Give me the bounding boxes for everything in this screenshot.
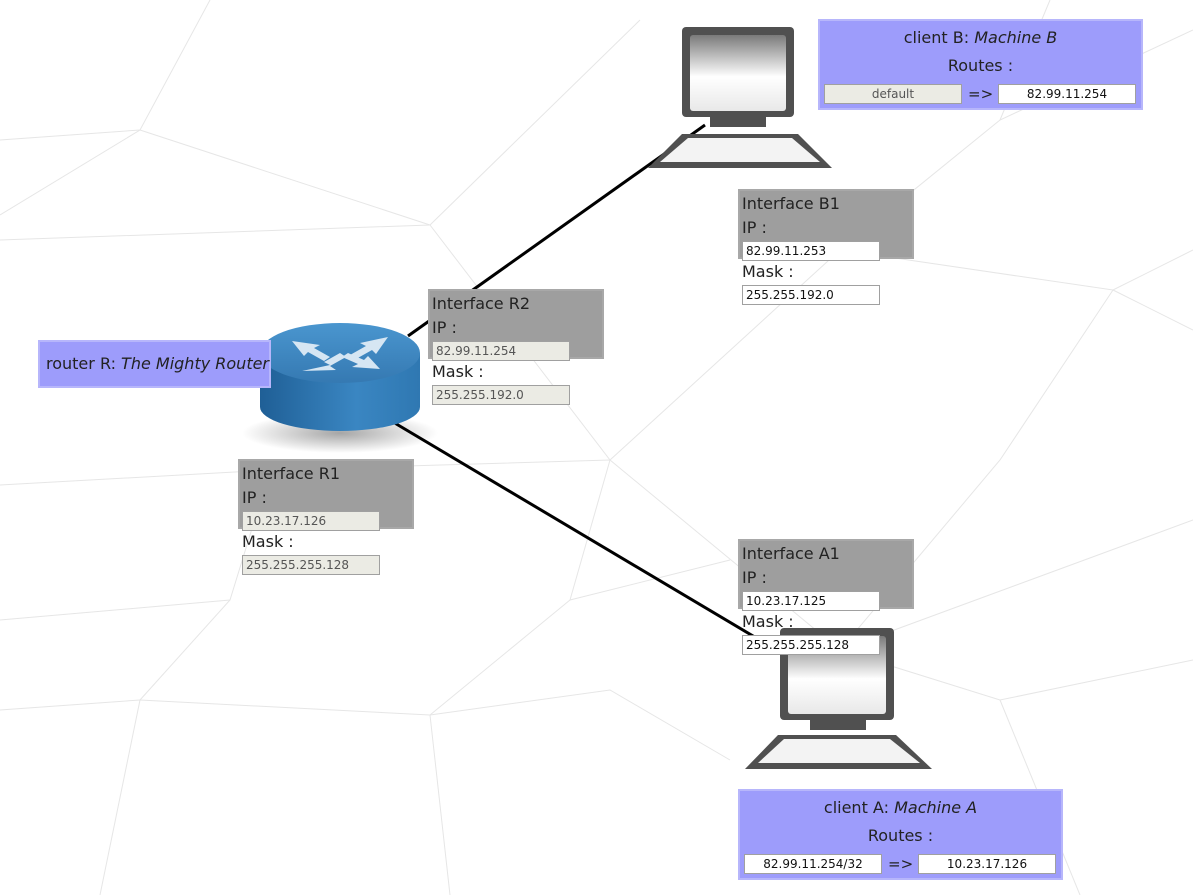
interface-r1-mask-label: Mask : <box>242 532 294 551</box>
interface-r2-title: Interface R2 <box>432 294 531 313</box>
interface-a1-ip-label: IP : <box>742 568 767 587</box>
interface-r1-panel: Interface R1 IP : 10.23.17.126 Mask : 25… <box>238 459 414 575</box>
interface-r1-ip-label: IP : <box>242 488 267 507</box>
interface-r1-ip-field[interactable]: 10.23.17.126 <box>242 511 380 531</box>
interface-r2-ip-field[interactable]: 82.99.11.254 <box>432 341 570 361</box>
client-b-name: Machine B <box>974 28 1058 47</box>
interface-b1-mask-input[interactable]: 255.255.192.0 <box>742 285 880 305</box>
client-a-name: Machine A <box>894 798 978 817</box>
interface-a1-title: Interface A1 <box>742 544 840 563</box>
network-links <box>392 123 791 660</box>
client-b-route-gateway[interactable]: 82.99.11.254 <box>998 84 1136 104</box>
client-a-route-arrow: => <box>888 855 914 873</box>
client-b-heading: client B: Machine B <box>820 25 1141 51</box>
interface-b1-panel: Interface B1 IP : 82.99.11.253 Mask : 25… <box>738 189 914 305</box>
interface-a1-ip-input[interactable]: 10.23.17.125 <box>742 591 880 611</box>
client-b-routes-label: Routes : <box>947 56 1014 75</box>
client-a-route-destination[interactable]: 82.99.11.254/32 <box>744 854 882 874</box>
router-name: The Mighty Router <box>121 354 270 373</box>
interface-a1-mask-label: Mask : <box>742 612 794 631</box>
client-b-label[interactable]: client B: Machine B Routes : default => … <box>818 19 1143 110</box>
client-a-route-gateway[interactable]: 10.23.17.126 <box>918 854 1056 874</box>
client-a-kind-label: client A: <box>823 798 889 817</box>
interface-r1-mask-field[interactable]: 255.255.255.128 <box>242 555 380 575</box>
client-a-routes-label: Routes : <box>867 826 934 845</box>
interface-r2-panel: Interface R2 IP : 82.99.11.254 Mask : 25… <box>428 289 604 405</box>
interface-b1-mask-label: Mask : <box>742 262 794 281</box>
interface-b1-title: Interface B1 <box>742 194 840 213</box>
client-a-label[interactable]: client A: Machine A Routes : 82.99.11.25… <box>738 789 1063 880</box>
interface-r2-ip-label: IP : <box>432 318 457 337</box>
computer-icon-client-b[interactable] <box>640 24 840 174</box>
link-r1-to-client-a <box>392 420 791 660</box>
router-label[interactable]: router R: The Mighty Router <box>38 340 271 388</box>
client-b-kind-label: client B: <box>903 28 970 47</box>
client-b-route-arrow: => <box>968 85 994 103</box>
interface-r2-mask-label: Mask : <box>432 362 484 381</box>
interface-r1-title: Interface R1 <box>242 464 341 483</box>
interface-a1-mask-input[interactable]: 255.255.255.128 <box>742 635 880 655</box>
interface-b1-ip-input[interactable]: 82.99.11.253 <box>742 241 880 261</box>
client-a-heading: client A: Machine A <box>740 795 1061 821</box>
interface-a1-panel: Interface A1 IP : 10.23.17.125 Mask : 25… <box>738 539 914 655</box>
interface-b1-ip-label: IP : <box>742 218 767 237</box>
interface-r2-mask-field[interactable]: 255.255.192.0 <box>432 385 570 405</box>
client-b-route-destination[interactable]: default <box>824 84 962 104</box>
router-kind-label: router R: <box>46 354 116 373</box>
